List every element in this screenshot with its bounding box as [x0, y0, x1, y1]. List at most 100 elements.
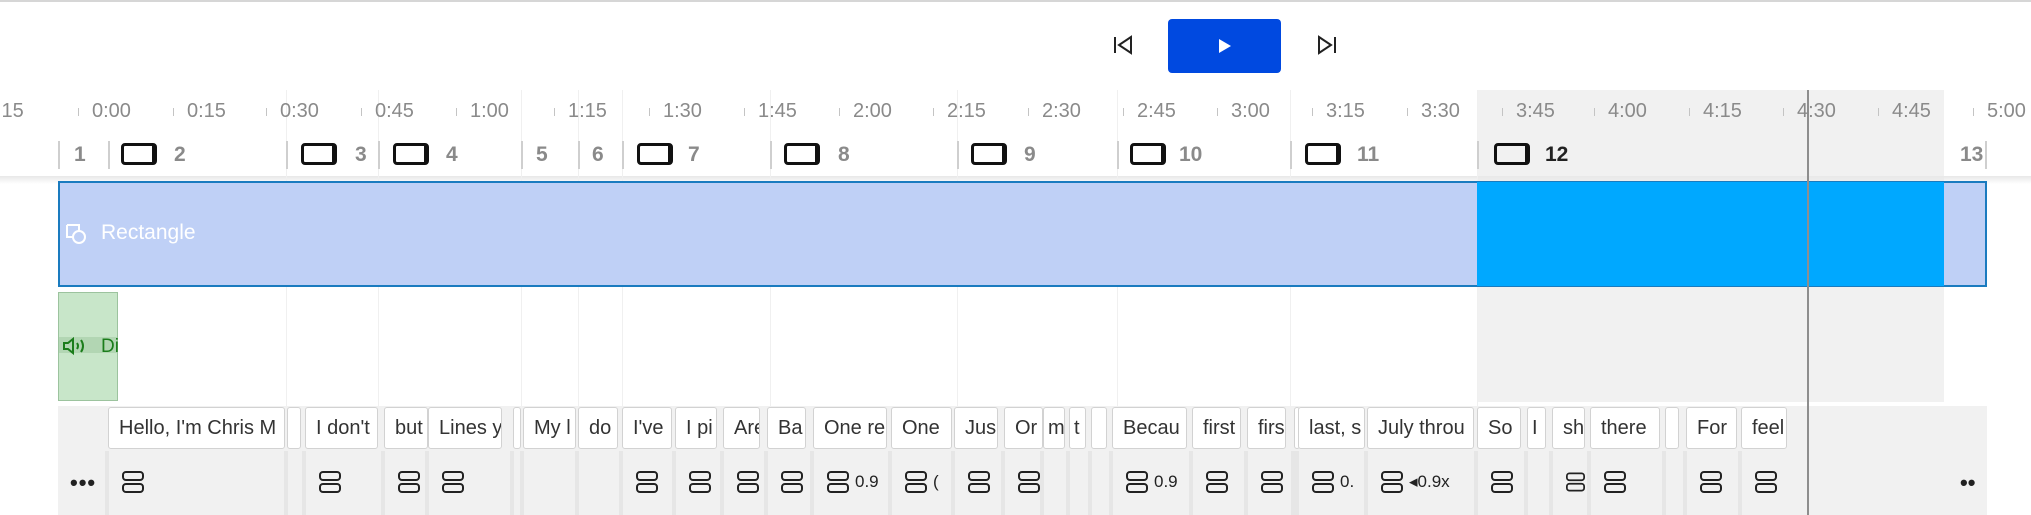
caption-style-icon[interactable]	[781, 470, 803, 494]
play-button[interactable]	[1168, 19, 1281, 73]
caption-style-icon[interactable]	[689, 470, 711, 494]
caption-segment[interactable]: Jus	[954, 407, 998, 449]
chapter-number[interactable]: 8	[838, 143, 850, 167]
caption-controls[interactable]	[1491, 470, 1521, 494]
caption-controls[interactable]	[636, 470, 672, 494]
caption-style-icon[interactable]	[1381, 470, 1403, 494]
chapter-number[interactable]: 1	[74, 143, 86, 167]
caption-segment[interactable]: Ba	[767, 407, 806, 449]
chapter-divider[interactable]	[58, 141, 60, 169]
caption-controls[interactable]: ◂0.9x	[1381, 470, 1474, 494]
chapter-number[interactable]: 7	[688, 143, 700, 167]
caption-style-icon[interactable]	[827, 470, 849, 494]
caption-controls[interactable]: 0.9	[1126, 470, 1187, 494]
more-options-left-button[interactable]: •••	[70, 470, 96, 496]
caption-controls[interactable]	[1604, 470, 1660, 494]
skip-next-button[interactable]	[1312, 30, 1342, 60]
caption-segment[interactable]: So	[1477, 407, 1521, 449]
caption-segment[interactable]: Are	[723, 407, 760, 449]
chapter-number[interactable]: 9	[1024, 143, 1036, 167]
chapter-number[interactable]: 4	[446, 143, 458, 167]
caption-style-icon[interactable]	[1604, 470, 1626, 494]
chapter-divider[interactable]	[578, 141, 580, 169]
caption-style-icon[interactable]	[122, 470, 144, 494]
caption-segment[interactable]: t	[1069, 407, 1086, 449]
caption-segment[interactable]	[513, 407, 521, 449]
caption-segment[interactable]: I	[1527, 407, 1546, 449]
chapter-number[interactable]: 6	[592, 143, 604, 167]
caption-style-icon[interactable]	[398, 470, 420, 494]
chapter-divider[interactable]	[622, 141, 624, 169]
caption-controls[interactable]	[1755, 470, 1787, 494]
chapter-divider[interactable]	[1290, 141, 1292, 169]
caption-segment[interactable]	[287, 407, 301, 449]
chapter-divider[interactable]	[521, 141, 523, 169]
caption-style-icon[interactable]	[1491, 470, 1513, 494]
chapter-divider[interactable]	[1117, 141, 1119, 169]
caption-speed[interactable]: 0.9	[1154, 472, 1178, 492]
caption-segment[interactable]: last, s	[1298, 407, 1365, 449]
caption-segment[interactable]: For	[1686, 407, 1737, 449]
chapter-divider[interactable]	[1985, 141, 1987, 169]
caption-segment[interactable]: Becau	[1112, 407, 1187, 449]
caption-controls[interactable]	[1566, 470, 1585, 494]
playhead[interactable]	[1807, 90, 1809, 515]
caption-controls[interactable]: (	[905, 470, 952, 494]
caption-segment[interactable]: I've	[622, 407, 672, 449]
caption-segment[interactable]: My l	[523, 407, 576, 449]
chapter-number[interactable]: 10	[1179, 143, 1202, 167]
chapter-divider[interactable]	[108, 141, 110, 169]
caption-style-icon[interactable]	[319, 470, 341, 494]
caption-style-icon[interactable]	[1261, 470, 1283, 494]
caption-speed[interactable]: ◂0.9x	[1409, 472, 1450, 492]
more-options-right-button[interactable]: ••	[1960, 470, 1975, 496]
caption-style-icon[interactable]	[1126, 470, 1148, 494]
caption-style-icon[interactable]	[442, 470, 464, 494]
chapter-number[interactable]: 3	[355, 143, 367, 167]
caption-style-icon[interactable]	[1018, 470, 1040, 494]
chapter-number[interactable]: 12	[1545, 143, 1568, 167]
caption-style-icon[interactable]	[737, 470, 759, 494]
caption-segment[interactable]: m	[1043, 407, 1065, 449]
caption-segment[interactable]: firs	[1247, 407, 1286, 449]
caption-controls[interactable]	[781, 470, 806, 494]
caption-controls[interactable]	[319, 470, 378, 494]
chapter-number[interactable]: 13	[1960, 143, 1983, 167]
chapter-divider[interactable]	[770, 141, 772, 169]
caption-segment[interactable]: but	[384, 407, 428, 449]
chapter-divider[interactable]	[957, 141, 959, 169]
caption-segment[interactable]: Or	[1004, 407, 1043, 449]
caption-controls[interactable]	[398, 470, 428, 494]
caption-style-icon[interactable]	[905, 470, 927, 494]
caption-controls[interactable]	[1700, 470, 1737, 494]
caption-segment[interactable]: I pi	[675, 407, 717, 449]
rectangle-clip-selected-segment[interactable]	[1477, 182, 1944, 286]
caption-style-icon[interactable]	[636, 470, 658, 494]
caption-segment[interactable]: I don't	[305, 407, 378, 449]
chapter-divider[interactable]	[378, 141, 380, 169]
caption-controls[interactable]	[968, 470, 998, 494]
caption-controls[interactable]	[1261, 470, 1286, 494]
chapter-divider[interactable]	[286, 141, 288, 169]
caption-segment[interactable]: there	[1590, 407, 1660, 449]
caption-style-icon[interactable]	[1206, 470, 1228, 494]
caption-segment[interactable]: Hello, I'm Chris M	[108, 407, 285, 449]
caption-segment[interactable]: sh	[1552, 407, 1585, 449]
caption-segment[interactable]: Lines y	[428, 407, 502, 449]
chapter-divider[interactable]	[1477, 141, 1479, 169]
caption-speed[interactable]: 0.9	[855, 472, 879, 492]
caption-segment[interactable]	[1665, 407, 1679, 449]
caption-speed[interactable]: 0.	[1340, 472, 1354, 492]
caption-controls[interactable]	[122, 470, 285, 494]
caption-segment[interactable]: July throu	[1367, 407, 1474, 449]
chapter-number[interactable]: 11	[1357, 143, 1379, 167]
chapter-number[interactable]: 5	[536, 143, 548, 167]
caption-segment[interactable]: do	[578, 407, 618, 449]
caption-style-icon[interactable]	[1755, 470, 1777, 494]
caption-segment[interactable]: feel	[1741, 407, 1787, 449]
caption-segment[interactable]: One re	[813, 407, 887, 449]
caption-controls[interactable]	[1206, 470, 1241, 494]
caption-segment[interactable]: first	[1192, 407, 1241, 449]
caption-controls[interactable]	[737, 470, 760, 494]
chapter-number[interactable]: 2	[174, 143, 186, 167]
